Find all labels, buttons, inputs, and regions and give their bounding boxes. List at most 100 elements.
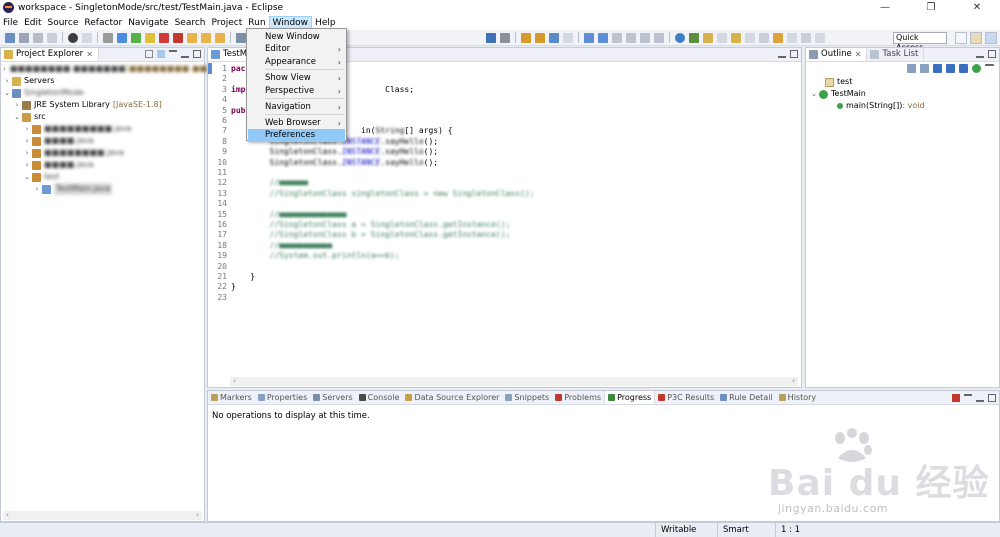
java-ee-perspective-icon[interactable] [970, 32, 982, 44]
expand-icon[interactable]: › [3, 75, 11, 87]
tab-properties[interactable]: Properties [255, 391, 310, 404]
scroll-right-icon[interactable]: › [193, 511, 202, 520]
expand-icon[interactable]: › [13, 99, 21, 111]
dropdown-icon[interactable] [717, 32, 727, 43]
tab-snippets[interactable]: Snippets [502, 391, 552, 404]
forward-icon[interactable] [801, 32, 811, 43]
tab-outline[interactable]: Outline ✕ [806, 48, 868, 61]
menu-search[interactable]: Search [172, 16, 209, 30]
dropdown-icon[interactable] [787, 32, 797, 43]
debug-step-icon[interactable] [117, 32, 127, 43]
tab-progress[interactable]: Progress [604, 391, 656, 404]
tab-servers[interactable]: Servers [310, 391, 355, 404]
remove-all-icon[interactable] [952, 394, 960, 402]
step-over-icon[interactable] [201, 32, 211, 43]
dropdown-icon[interactable] [500, 32, 510, 43]
minimize-view-icon[interactable] [976, 50, 984, 58]
tab-console[interactable]: Console [356, 391, 403, 404]
dropdown-icon[interactable] [815, 32, 825, 43]
print-icon[interactable] [47, 32, 57, 43]
server-icon[interactable] [236, 32, 246, 43]
maximize-view-icon[interactable] [988, 394, 996, 402]
close-window-button[interactable]: ✕ [954, 0, 1000, 15]
hide-local-types-icon[interactable] [972, 64, 981, 73]
word-wrap-icon[interactable] [612, 32, 622, 43]
menu-navigate[interactable]: Navigate [125, 16, 171, 30]
brush-icon[interactable] [549, 32, 559, 43]
tree-item[interactable]: › Servers [1, 75, 204, 87]
menu-item-show-view[interactable]: Show View › [248, 72, 345, 85]
view-menu-icon[interactable] [985, 64, 994, 73]
dropdown-icon[interactable] [745, 32, 755, 43]
tree-item[interactable]: › ■■■■.java [1, 159, 204, 171]
collapse-all-icon[interactable] [145, 50, 153, 58]
hide-nonpublic-icon[interactable] [959, 64, 968, 73]
menu-edit[interactable]: Edit [21, 16, 44, 30]
collapse-icon[interactable]: ⌄ [3, 87, 11, 99]
next-annotation-icon[interactable] [703, 32, 713, 43]
view-menu-icon[interactable] [169, 50, 177, 58]
tree-item[interactable]: ⌄ test [1, 171, 204, 183]
step-return-icon[interactable] [215, 32, 225, 43]
save-icon[interactable] [19, 32, 29, 43]
tab-project-explorer[interactable]: Project Explorer ✕ [1, 48, 99, 61]
tree-item[interactable]: › ■■■■■■■■.java [1, 147, 204, 159]
menu-item-appearance[interactable]: Appearance › [248, 56, 345, 69]
outline-method[interactable]: main(String[]) : void [806, 100, 999, 112]
menu-file[interactable]: File [0, 16, 21, 30]
skip-breakpoints-icon[interactable] [103, 32, 113, 43]
menu-project[interactable]: Project [208, 16, 245, 30]
tab-rule-detail[interactable]: Rule Detail [717, 391, 776, 404]
format-icon[interactable] [640, 32, 650, 43]
block-selection-icon[interactable] [598, 32, 608, 43]
menu-item-preferences[interactable]: Preferences [248, 129, 345, 142]
tab-task-list[interactable]: Task List [867, 48, 925, 61]
collapse-all-icon[interactable] [907, 64, 916, 73]
tree-item-selected[interactable]: › TestMain.java [1, 183, 204, 195]
view-menu-icon[interactable] [964, 394, 972, 402]
project-explorer-scrollbar[interactable]: ‹ › [3, 511, 202, 520]
sort-icon[interactable] [920, 64, 929, 73]
open-file-icon[interactable] [535, 32, 545, 43]
hide-fields-icon[interactable] [933, 64, 942, 73]
new-java-project-icon[interactable] [486, 32, 496, 43]
menu-item-editor[interactable]: Editor › [248, 43, 345, 56]
minimize-view-icon[interactable] [976, 394, 984, 402]
expand-icon[interactable]: › [23, 147, 31, 159]
terminal-icon[interactable] [68, 32, 78, 43]
save-all-icon[interactable] [33, 32, 43, 43]
back-icon[interactable] [773, 32, 783, 43]
collapse-icon[interactable]: ⌄ [23, 171, 31, 183]
menu-item-navigation[interactable]: Navigation › [248, 101, 345, 114]
globe-icon[interactable] [675, 32, 685, 43]
scroll-right-icon[interactable]: › [789, 377, 798, 386]
editor-scrollbar[interactable]: ‹ › [230, 377, 798, 386]
prev-annotation-icon[interactable] [731, 32, 741, 43]
scroll-left-icon[interactable]: ‹ [230, 377, 239, 386]
outline-class[interactable]: ⌄ TestMain [806, 88, 999, 100]
resume-icon[interactable] [131, 32, 141, 43]
dropdown-icon[interactable] [82, 32, 92, 43]
maximize-view-icon[interactable] [193, 50, 201, 58]
maximize-view-icon[interactable] [790, 50, 798, 58]
java-perspective-icon[interactable] [985, 32, 997, 44]
expand-icon[interactable]: › [33, 183, 41, 195]
minimize-button[interactable]: — [862, 0, 908, 15]
tree-item[interactable]: › JRE System Library [JavaSE-1.8] [1, 99, 204, 111]
suspend-icon[interactable] [145, 32, 155, 43]
new-icon[interactable] [5, 32, 15, 43]
open-perspective-icon[interactable] [955, 32, 967, 44]
outline-package[interactable]: test [806, 76, 999, 88]
step-into-icon[interactable] [187, 32, 197, 43]
tree-item[interactable]: › ■■■■.java [1, 135, 204, 147]
menu-source[interactable]: Source [45, 16, 82, 30]
expand-icon[interactable]: › [23, 135, 31, 147]
collapse-icon[interactable]: ⌄ [810, 88, 818, 100]
show-whitespace-icon[interactable] [626, 32, 636, 43]
open-folder-icon[interactable] [521, 32, 531, 43]
maximize-view-icon[interactable] [988, 50, 996, 58]
hide-static-icon[interactable] [946, 64, 955, 73]
terminate-icon[interactable] [159, 32, 169, 43]
quick-access-input[interactable]: Quick Access [893, 32, 947, 52]
last-edit-icon[interactable] [759, 32, 769, 43]
